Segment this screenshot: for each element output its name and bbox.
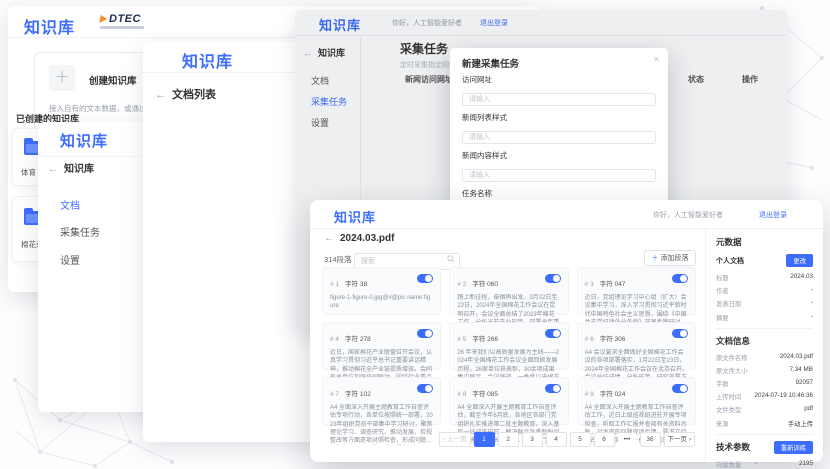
chunk-toggle[interactable] — [545, 274, 561, 283]
section-divider — [716, 434, 813, 435]
sidebar-item-docs[interactable]: 文档 — [60, 197, 80, 212]
back-arrow-icon: ← — [155, 89, 166, 101]
meta-row: 发表日期- — [716, 299, 813, 308]
info-row: 来源手动上传 — [716, 419, 813, 428]
user-greeting: 你好，人工智能爱好者 — [653, 210, 723, 220]
field-label-task-name: 任务名称 — [462, 188, 656, 199]
chunk-toggle[interactable] — [417, 274, 433, 283]
chunk-toggle[interactable] — [672, 384, 688, 393]
kb-folder-label: 体育 — [21, 167, 36, 178]
close-icon[interactable]: × — [654, 54, 659, 64]
page-button-1[interactable]: 1 — [474, 432, 495, 447]
info-row: 原文件大小7.34 MB — [716, 366, 813, 375]
plus-icon: ＋ — [49, 65, 75, 91]
chunk-card[interactable]: # 8字符 085A4 全面深入开展主题教育工作自查评估，截至今年6月底，各地区… — [449, 377, 568, 425]
back-to-doc-list[interactable]: ←文档列表 — [155, 86, 216, 102]
window-doc-viewer: 知识库 你好，人工智能爱好者 退出登录 ← 2024.03.pdf 314段落 ＋… — [310, 200, 823, 462]
page-ellipsis: ••• — [618, 433, 637, 446]
dtec-logo: DTEC — [100, 13, 144, 29]
field-label-content-style: 新闻内容样式 — [462, 150, 656, 161]
chunk-toggle[interactable] — [545, 329, 561, 338]
meta-row: 标题2024.03 — [716, 273, 813, 282]
url-input[interactable] — [462, 93, 656, 106]
next-page-button[interactable]: 下一页 › — [664, 432, 695, 447]
chunk-card[interactable]: # 3字符 047近日，党组理论学习中心组（扩大）会议集中学习，深入学习贯彻习近… — [577, 267, 696, 315]
new-collect-task-modal: 新建采集任务 × 访问网址 新闻列表样式 新闻内容样式 任务名称 是否定时执行 … — [450, 48, 668, 206]
chunk-text: figure-1-figure-0.jpg@#@pic name:figure — [330, 294, 433, 311]
change-doc-type-button[interactable]: 更改 — [786, 254, 813, 267]
chunk-card[interactable]: # 7字符 102A4 全面深入开展主题教育工作自查评估专项行动，各单位按照统一… — [322, 377, 441, 425]
desktop: 知识库 DTEC ＋ 创建知识库 接入自有的文本数据，或通过 Webhook 实… — [0, 0, 830, 469]
sidebar-item-settings[interactable]: 设置 — [60, 252, 80, 267]
chunk-card[interactable]: # 6字符 306A4 会议要求全面做好全国棉花工作会议的各项部署落实，1月22… — [577, 322, 696, 370]
metadata-title: 元数据 — [716, 236, 813, 248]
info-row: 上传时间2024-07-19 10:46:36 — [716, 392, 813, 401]
chunk-count: 314段落 — [324, 254, 352, 265]
tech-params-title: 技术参数 — [716, 441, 750, 453]
page-button-last[interactable]: 36 — [640, 432, 661, 447]
list-style-input[interactable] — [462, 131, 656, 144]
document-title: 2024.03.pdf — [340, 233, 394, 244]
create-kb-title: 创建知识库 — [89, 73, 137, 87]
logout-link[interactable]: 退出登录 — [759, 210, 787, 220]
chunk-grid: # 1字符 38figure-1-figure-0.jpg@#@pic name… — [322, 267, 696, 425]
metadata-sidebar: 元数据 个人文档 更改 标题2024.03 作者- 发表日期- 摘要- 文档信息… — [705, 228, 823, 462]
info-row: 原文件名称2024.03.pdf — [716, 353, 813, 362]
search-icon — [447, 255, 455, 263]
plus-icon: ＋ — [652, 255, 659, 262]
back-to-kb[interactable]: ←知识库 — [48, 160, 94, 175]
back-arrow-icon: ← — [48, 164, 58, 175]
field-label-url: 访问网址 — [462, 74, 656, 85]
chunk-toggle[interactable] — [672, 274, 688, 283]
info-row: 字数92057 — [716, 379, 813, 388]
app-logo: 知识库 — [24, 14, 75, 38]
field-label-list-style: 新闻列表样式 — [462, 112, 656, 123]
back-from-document[interactable]: ← 2024.03.pdf — [324, 233, 394, 244]
prev-page-button[interactable]: ‹ 上一页 — [439, 432, 470, 447]
add-chunk-button[interactable]: ＋ 添加段落 — [644, 250, 696, 266]
section-divider — [716, 328, 813, 329]
chunk-card[interactable]: # 1字符 38figure-1-figure-0.jpg@#@pic name… — [322, 267, 441, 315]
chunk-toggle[interactable] — [545, 384, 561, 393]
pagination: ‹ 上一页 1 2 3 4 5 6 ••• 36 下一页 › — [439, 432, 695, 447]
doc-viewer-header: 知识库 你好，人工智能爱好者 退出登录 — [310, 200, 823, 229]
tech-row: 向量数量2195 — [716, 460, 813, 469]
content-style-input[interactable] — [462, 169, 656, 182]
dtec-arrow-icon — [99, 15, 108, 23]
meta-row: 摘要- — [716, 313, 813, 322]
dtec-caption — [100, 26, 144, 29]
meta-row: 作者- — [716, 286, 813, 295]
doc-type-label: 个人文档 — [716, 256, 744, 266]
chunk-toggle[interactable] — [417, 329, 433, 338]
app-logo: 知识库 — [60, 130, 108, 151]
chunk-toggle[interactable] — [672, 329, 688, 338]
chunk-card[interactable]: # 5字符 26626 年来我们以高质量发展为主线——2024年全国棉花工作会议… — [449, 322, 568, 370]
page-button-4[interactable]: 4 — [546, 432, 567, 447]
page-button-6[interactable]: 6 — [594, 432, 615, 447]
chunk-card[interactable]: # 2字符 060踏上新征程，奋楫再出发。3月22日至23日，2024年全国棉花… — [449, 267, 568, 315]
page-button-5[interactable]: 5 — [570, 432, 591, 447]
chunk-card[interactable]: # 4字符 278近日，国家棉花产业联盟召开会议，认真学习贯彻习近平总书记重要讲… — [322, 322, 441, 370]
app-logo: 知识库 — [334, 207, 376, 226]
info-row: 文件类型pdf — [716, 405, 813, 414]
chunk-text: A4 全面深入开展主题教育工作自查评估专项行动，各单位按照统一部署，2023年组… — [330, 404, 433, 445]
retrain-button[interactable]: 重新训练 — [774, 441, 813, 454]
back-arrow-icon: ← — [324, 233, 334, 244]
page-button-3[interactable]: 3 — [522, 432, 543, 447]
chunk-card[interactable]: # 9字符 024A4 全面深入开展主题教育工作自查评估工作，近日上级巡视组进驻… — [577, 377, 696, 425]
sidebar-item-collect[interactable]: 采集任务 — [60, 224, 100, 239]
chunk-toggle[interactable] — [417, 384, 433, 393]
app-logo: 知识库 — [182, 48, 233, 72]
page-button-2[interactable]: 2 — [498, 432, 519, 447]
doc-info-title: 文档信息 — [716, 335, 813, 347]
